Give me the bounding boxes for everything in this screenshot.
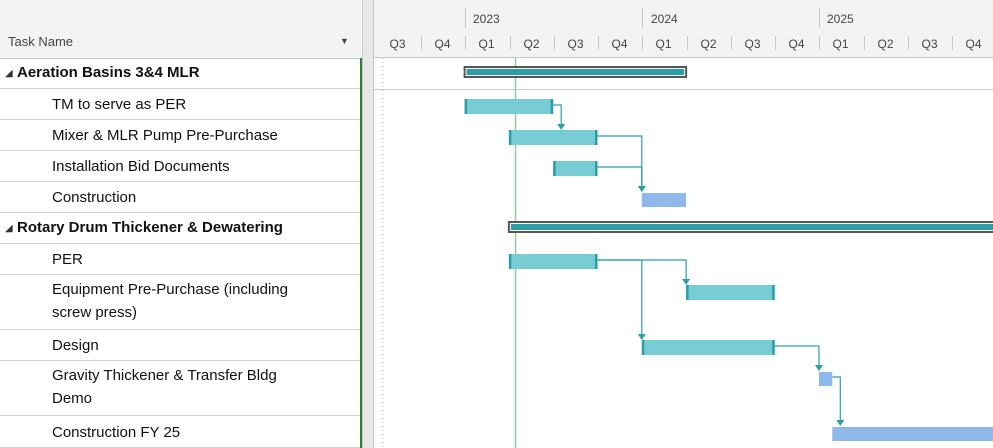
quarter-label: Q4 <box>965 37 982 51</box>
dependency-link <box>597 135 643 187</box>
table-row[interactable]: Construction <box>0 182 361 213</box>
chevron-down-icon[interactable]: ▼ <box>340 36 349 46</box>
task-bar-edge <box>508 130 512 145</box>
gantt-chart-svg <box>374 58 993 448</box>
year-label: 2025 <box>827 12 854 26</box>
task-name: Design <box>52 337 99 354</box>
table-row[interactable]: ◢ Rotary Drum Thickener & Dewatering <box>0 213 361 244</box>
dependency-arrow <box>637 186 646 192</box>
task-table: Task Name ▼ ◢ Aeration Basins 3&4 MLR TM… <box>0 0 362 448</box>
task-bar <box>508 130 598 145</box>
quarter-label: Q3 <box>744 37 761 51</box>
view-splitter[interactable] <box>362 0 374 448</box>
dependency-link <box>774 345 820 366</box>
task-bar-edge <box>641 340 645 355</box>
task-name: Rotary Drum Thickener & Dewatering <box>17 219 283 236</box>
task-name-continued: Demo <box>52 390 93 407</box>
task-bar-edge <box>464 99 468 114</box>
quarter-label: Q3 <box>921 37 938 51</box>
year-label: 2024 <box>651 12 678 26</box>
dependency-arrow <box>836 420 845 426</box>
table-row[interactable]: Design <box>0 330 361 361</box>
table-row[interactable]: ◢ Aeration Basins 3&4 MLR <box>0 58 361 89</box>
task-bar <box>508 254 598 269</box>
table-row[interactable]: TM to serve as PER <box>0 89 361 120</box>
dependency-link <box>832 376 841 421</box>
task-bar-edge <box>772 340 775 355</box>
quarter-label: Q1 <box>832 37 849 51</box>
quarter-label: Q2 <box>523 37 540 51</box>
task-name: Gravity Thickener & Transfer Bldg <box>52 367 277 384</box>
quarter-label: Q4 <box>611 37 628 51</box>
table-row[interactable]: Construction FY 25 <box>0 416 361 448</box>
year-divider <box>465 8 466 28</box>
dependency-link <box>597 259 643 335</box>
year-label: 2023 <box>473 12 500 26</box>
collapse-triangle-icon[interactable]: ◢ <box>5 68 13 79</box>
dependency-arrow <box>557 124 566 130</box>
table-row[interactable]: Equipment Pre-Purchase (including screw … <box>0 275 361 330</box>
task-bar-edge <box>595 130 598 145</box>
task-bar-edge <box>553 161 556 176</box>
task-bar <box>686 285 775 300</box>
task-name: Installation Bid Documents <box>52 158 230 175</box>
quarter-label: Q2 <box>700 37 717 51</box>
collapse-triangle-icon[interactable]: ◢ <box>5 223 13 234</box>
quarter-label: Q1 <box>655 37 672 51</box>
task-bar-edge <box>686 285 689 300</box>
construction-bar <box>819 372 833 386</box>
gantt-chart-area[interactable] <box>374 58 993 448</box>
summary-bar-fill <box>510 224 993 230</box>
gantt-view: Task Name ▼ ◢ Aeration Basins 3&4 MLR TM… <box>0 0 993 448</box>
timescale-header[interactable]: 2023 2024 2025 Q3 Q4 Q1 Q2 Q3 Q4 Q1 Q2 Q… <box>374 0 993 58</box>
task-bar <box>641 340 775 355</box>
year-divider <box>819 8 820 28</box>
quarter-label: Q1 <box>478 37 495 51</box>
summary-bar-fill <box>466 69 685 75</box>
task-name: TM to serve as PER <box>52 96 187 113</box>
task-name: Construction FY 25 <box>52 424 181 441</box>
task-name: Construction <box>52 189 137 206</box>
task-name: Equipment Pre-Purchase (including <box>52 281 288 298</box>
column-header-label: Task Name <box>8 34 74 49</box>
quarter-label: Q3 <box>567 37 584 51</box>
task-bar-edge <box>772 285 775 300</box>
task-bar-edge <box>595 161 598 176</box>
quarter-label: Q3 <box>389 37 406 51</box>
task-bar <box>553 161 598 176</box>
dependency-link <box>553 104 562 125</box>
task-bar-edge <box>508 254 512 269</box>
construction-bar <box>641 193 687 207</box>
task-name-column-header[interactable]: Task Name ▼ <box>0 0 361 59</box>
dependency-link <box>597 166 643 187</box>
task-name-continued: screw press) <box>52 304 138 321</box>
quarter-label: Q4 <box>434 37 451 51</box>
dependency-arrow <box>815 365 823 371</box>
table-row[interactable]: PER <box>0 244 361 275</box>
task-name: Mixer & MLR Pump Pre-Purchase <box>52 127 278 144</box>
table-row[interactable]: Installation Bid Documents <box>0 151 361 182</box>
dependency-arrow <box>637 334 646 340</box>
task-bar <box>464 99 554 114</box>
task-name: PER <box>52 251 83 268</box>
table-row[interactable]: Mixer & MLR Pump Pre-Purchase <box>0 120 361 151</box>
task-bar-edge <box>595 254 598 269</box>
construction-bar <box>832 427 993 441</box>
dependency-arrow <box>682 279 691 285</box>
year-divider <box>642 8 643 28</box>
task-name: Aeration Basins 3&4 MLR <box>17 64 200 81</box>
quarter-label: Q2 <box>877 37 894 51</box>
task-bar-edge <box>550 99 554 114</box>
table-row[interactable]: Gravity Thickener & Transfer Bldg Demo <box>0 361 361 416</box>
quarter-label: Q4 <box>788 37 805 51</box>
